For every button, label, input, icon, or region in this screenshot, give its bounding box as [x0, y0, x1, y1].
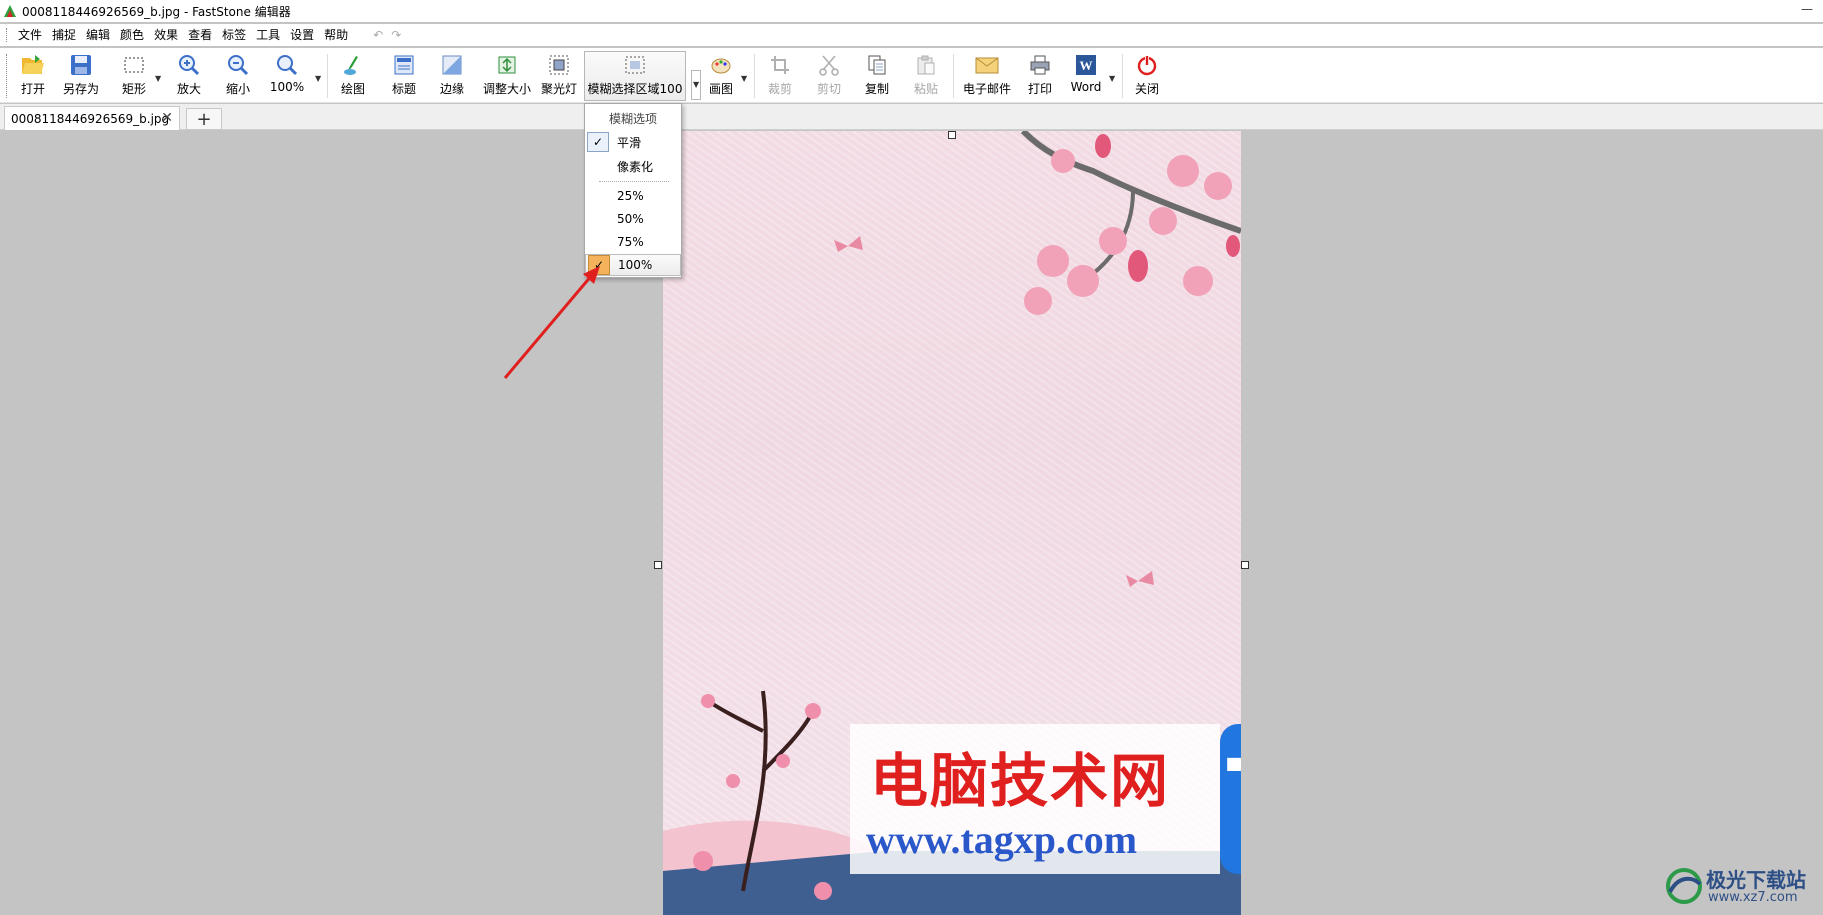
red-arrow-line	[503, 274, 594, 379]
annotation-arrow-overlay	[503, 266, 600, 379]
corner-site-logo: 极光下载站 www.xz7.com	[1664, 858, 1823, 914]
aurora-logo-icon	[1666, 868, 1702, 904]
logo-url-text: www.xz7.com	[1708, 890, 1798, 905]
logo-cn-text: 极光下载站	[1706, 868, 1806, 892]
